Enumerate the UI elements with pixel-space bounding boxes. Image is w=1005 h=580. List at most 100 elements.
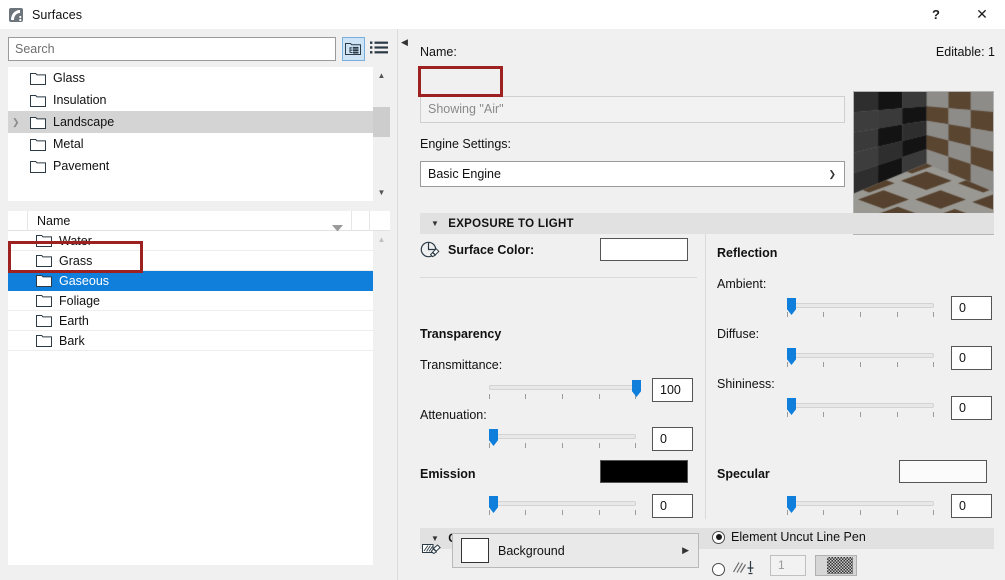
surfaces-dialog: Surfaces ? ✕ Search Glass Insulation ❯ L… [0,0,1005,580]
table-row-label: Foliage [59,293,100,308]
slider-track[interactable] [489,434,636,439]
table-row[interactable]: Foliage [8,291,373,311]
diffuse-value[interactable]: 0 [951,346,992,370]
cover-fill-icon [421,539,445,561]
folder-icon [36,254,52,267]
column-header-name[interactable]: Name [28,210,352,231]
ambient-value[interactable]: 0 [951,296,992,320]
search-input[interactable] [8,37,336,61]
element-uncut-line-pen-radio-row[interactable]: Element Uncut Line Pen [712,530,866,544]
table-row[interactable]: Bark [8,331,373,351]
emission-slider[interactable] [489,495,636,517]
slider-track[interactable] [787,353,934,358]
search-row [8,37,390,61]
tree-item-insulation[interactable]: Insulation [8,89,373,111]
surface-name-input[interactable]: Showing "Air" [420,96,845,123]
slider-ticks [489,394,636,400]
emission-label: Emission [420,467,476,481]
radio-custom-pen[interactable] [712,562,725,576]
caret-down-icon: ▼ [431,219,440,228]
surface-settings-panel: ◀ Name: Editable: 1 Showing "Air" Engine… [399,29,1005,580]
specular-color-swatch[interactable] [899,460,987,483]
scroll-thumb[interactable] [373,107,390,137]
transparency-group-label: Transparency [420,327,502,341]
tree-item-label: Insulation [53,93,107,107]
tree-item-label: Glass [53,71,85,85]
cover-fill-background-swatch[interactable] [461,538,489,563]
slider-track[interactable] [489,501,636,506]
tree-item-pavement[interactable]: Pavement [8,155,373,177]
emission-value[interactable]: 0 [652,494,693,518]
tree-item-metal[interactable]: Metal [8,133,373,155]
exposure-to-light-header[interactable]: ▼ EXPOSURE TO LIGHT [420,213,994,234]
cover-fill-background-field[interactable]: Background ▶ [452,533,699,568]
list-view-toggle[interactable] [368,37,390,61]
table-row[interactable]: Grass [8,251,373,271]
table-row-label: Grass [59,253,93,268]
close-button[interactable]: ✕ [959,0,1005,29]
diffuse-slider[interactable] [787,347,934,369]
collapse-panel-icon[interactable]: ◀ [401,35,411,49]
slider-ticks [787,362,934,368]
table-header-col3 [370,211,390,231]
radio-element-uncut-line-pen[interactable] [712,530,725,544]
shininess-value[interactable]: 0 [951,396,992,420]
ambient-slider[interactable] [787,297,934,319]
emission-color-swatch[interactable] [600,460,688,483]
surface-table[interactable]: Water Grass Gaseous Foliage Earth Bark [8,231,373,565]
transmittance-value[interactable]: 100 [652,378,693,402]
chevron-right-icon[interactable]: ❯ [12,111,20,133]
table-row-label: Bark [59,333,85,348]
slider-track[interactable] [787,501,934,506]
table-row[interactable]: Water [8,231,373,251]
window-title: Surfaces [32,7,83,22]
surface-category-tree[interactable]: Glass Insulation ❯ Landscape Metal Pavem… [8,67,373,201]
surface-color-swatch[interactable] [600,238,688,261]
window-controls: ? ✕ [913,0,1005,29]
transmittance-slider[interactable] [489,379,641,401]
slider-track[interactable] [787,303,934,308]
tree-item-glass[interactable]: Glass [8,67,373,89]
surface-color-label: Surface Color: [448,243,535,257]
folder-icon [36,274,52,287]
engine-settings-select[interactable]: Basic Engine ❯ [420,161,845,187]
specular-value[interactable]: 0 [951,494,992,518]
scroll-up-icon[interactable]: ▲ [373,231,390,248]
slider-track[interactable] [489,385,636,390]
shininess-slider[interactable] [787,397,934,419]
slider-ticks [787,412,934,418]
table-row-label: Water [59,233,92,248]
slider-ticks [489,443,636,449]
scroll-down-icon[interactable]: ▼ [373,184,390,201]
engine-settings-value: Basic Engine [428,167,501,181]
help-button[interactable]: ? [913,0,959,29]
attenuation-slider[interactable] [489,428,636,450]
section-divider [420,277,697,278]
pen-pattern-swatch[interactable] [815,555,857,576]
pen-number-input[interactable]: 1 [770,555,806,576]
table-row[interactable]: Earth [8,311,373,331]
chevron-right-icon[interactable]: ▶ [682,545,689,556]
table-row-gaseous[interactable]: Gaseous [8,271,373,291]
tree-scrollbar[interactable]: ▲ ▼ [373,67,390,201]
slider-track[interactable] [787,403,934,408]
table-scrollbar[interactable]: ▲ [373,231,390,565]
slider-ticks [787,510,934,516]
tree-item-label: Pavement [53,159,110,173]
exposure-to-light-title: EXPOSURE TO LIGHT [448,217,574,230]
chevron-down-icon[interactable]: ❯ [828,162,836,186]
attenuation-value[interactable]: 0 [652,427,693,451]
reflection-group-label: Reflection [717,246,778,260]
tree-item-landscape[interactable]: ❯ Landscape [8,111,373,133]
attenuation-label: Attenuation: [420,408,487,422]
specular-slider[interactable] [787,495,934,517]
table-header-col2 [352,210,370,231]
element-uncut-line-pen-label: Element Uncut Line Pen [731,530,866,544]
table-header-spacer [8,210,28,231]
scroll-up-icon[interactable]: ▲ [373,67,390,84]
slider-ticks [489,510,636,516]
pen-pattern-preview [827,557,853,574]
custom-pen-radio-row[interactable] [712,559,766,579]
tree-view-toggle[interactable] [341,37,366,61]
specular-label: Specular [717,467,770,481]
